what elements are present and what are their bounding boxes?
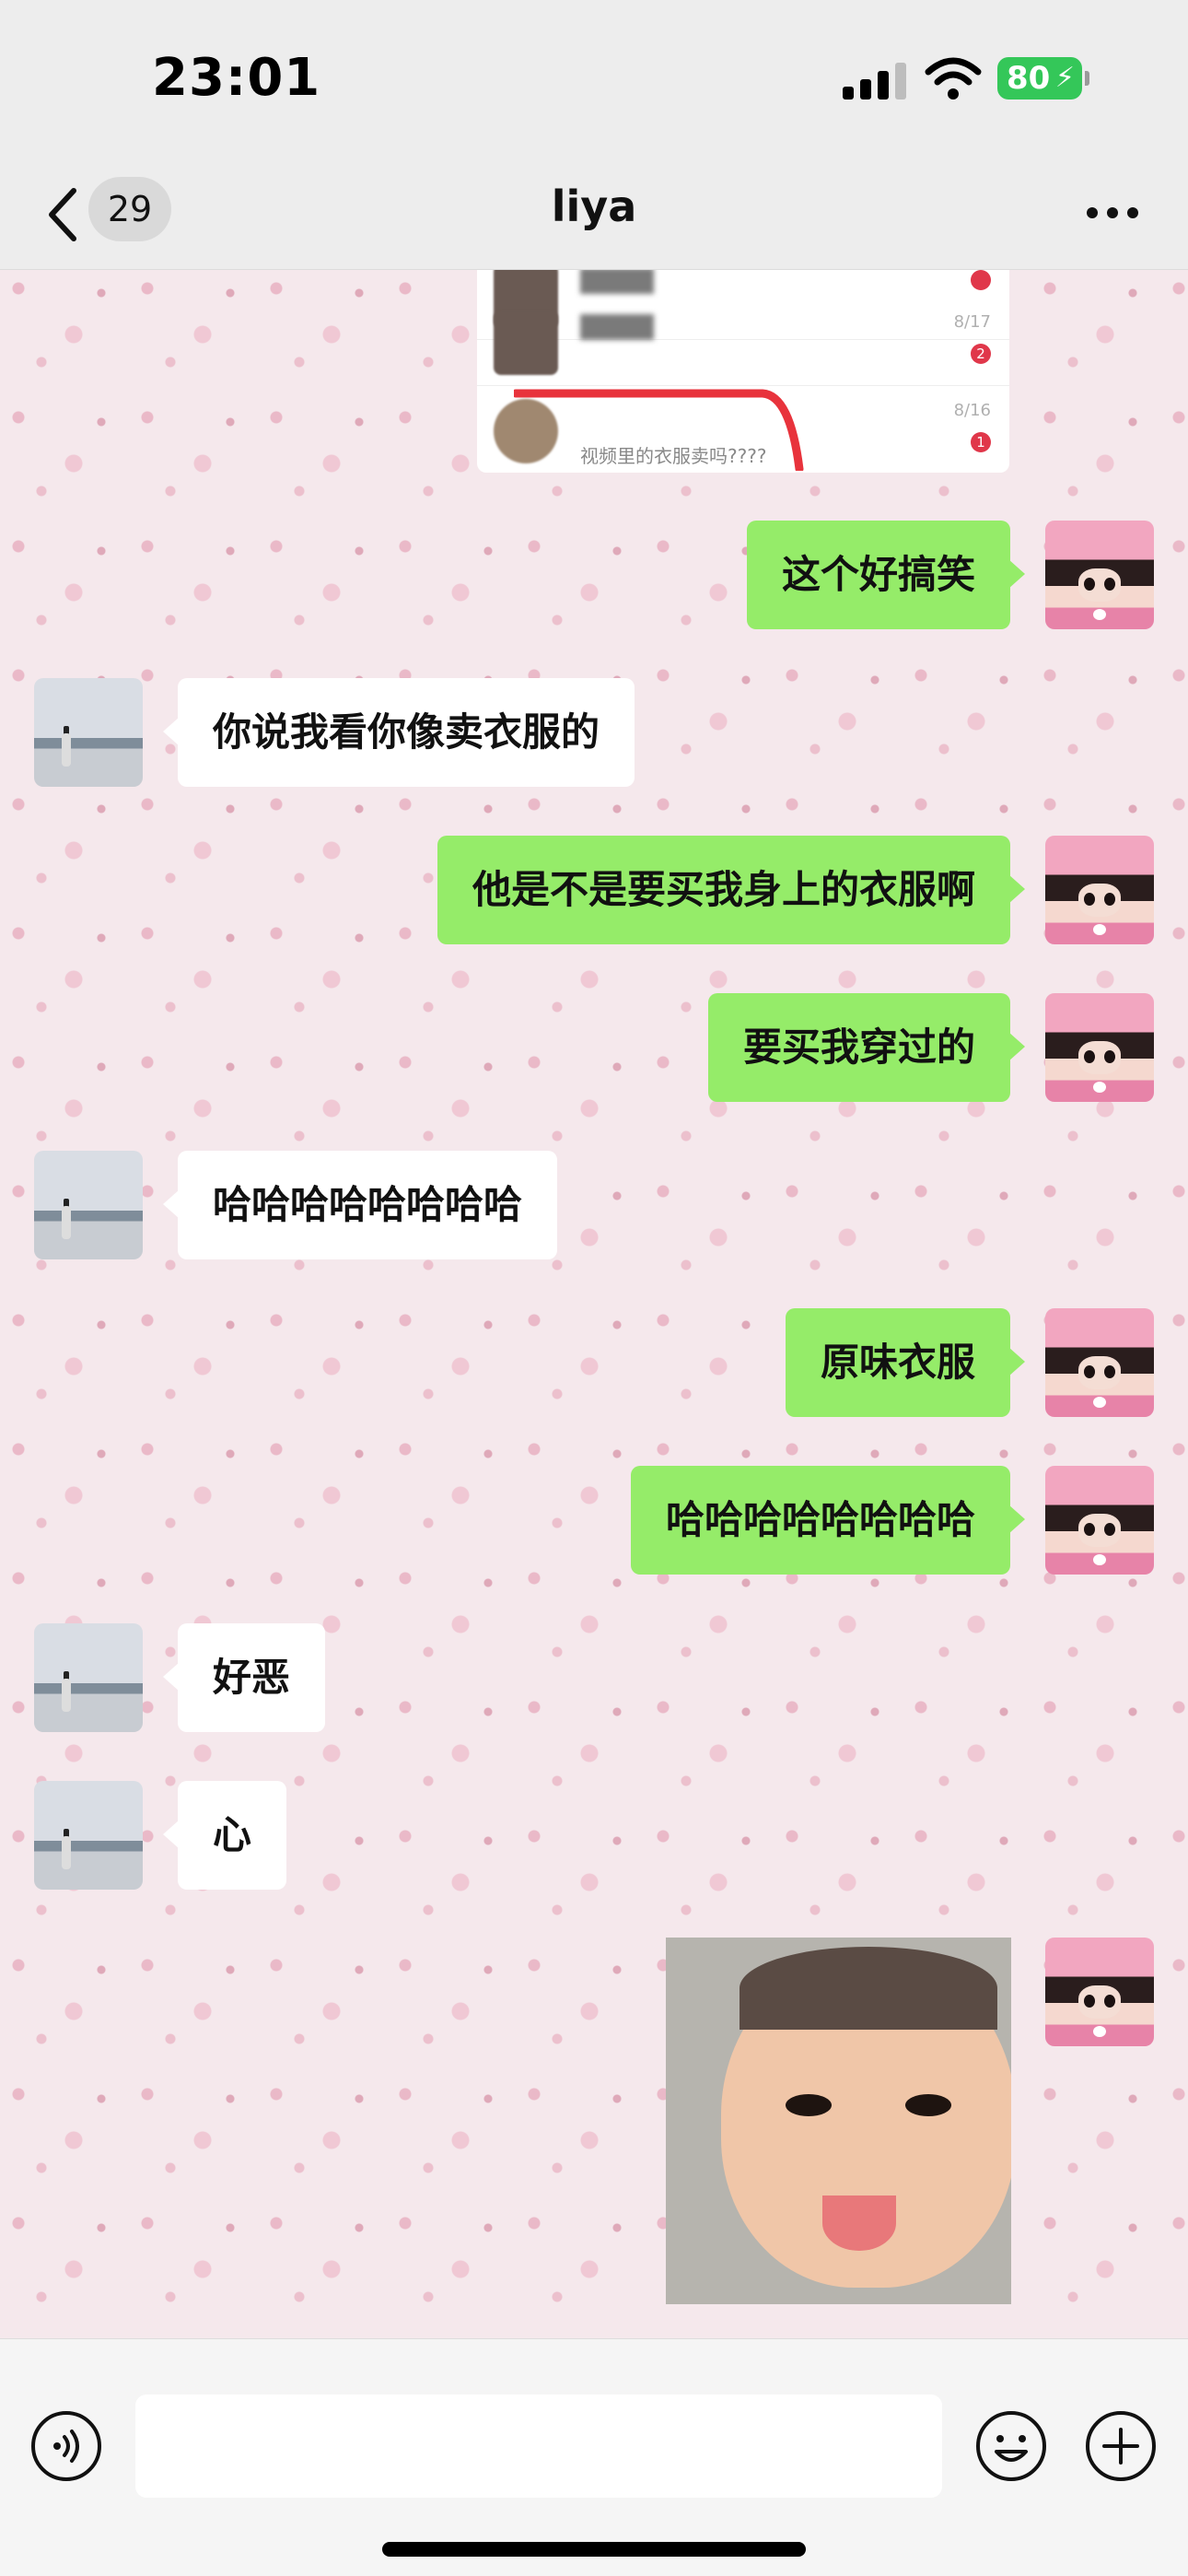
ellipsis-icon[interactable] <box>1087 198 1138 226</box>
message-bubble-mine[interactable]: 哈哈哈哈哈哈哈哈 <box>630 1466 1026 1575</box>
home-indicator[interactable] <box>382 2542 806 2557</box>
card-date: 8/16 <box>953 401 991 420</box>
card-date: 8/17 <box>953 312 991 332</box>
message-bubble-theirs[interactable]: 哈哈哈哈哈哈哈哈 <box>162 1151 558 1259</box>
list-item: 8/17 2 <box>477 298 1009 386</box>
voice-icon[interactable] <box>29 2409 103 2483</box>
message-bubble-mine[interactable]: 原味衣服 <box>785 1308 1026 1417</box>
message-bubble-theirs[interactable]: 你说我看你像卖衣服的 <box>162 678 635 787</box>
blurred-name <box>580 314 654 340</box>
contact-avatar[interactable] <box>34 1151 143 1259</box>
wifi-icon <box>925 57 982 100</box>
chat-area[interactable]: 8/17 2 视频里的衣服卖吗???? 8/16 1 这个好搞笑 你说我看你像卖… <box>0 270 1188 2338</box>
unread-dot <box>971 270 991 290</box>
message-bubble-mine[interactable]: 这个好搞笑 <box>746 521 1026 629</box>
contact-avatar[interactable] <box>34 1623 143 1732</box>
my-avatar[interactable] <box>1045 521 1154 629</box>
battery-level: 80 <box>1007 60 1051 97</box>
my-avatar[interactable] <box>1045 993 1154 1102</box>
shared-screenshot-image[interactable]: 8/17 2 视频里的衣服卖吗???? 8/16 1 <box>477 270 1009 473</box>
my-avatar[interactable] <box>1045 1308 1154 1417</box>
contact-avatar[interactable] <box>34 1781 143 1890</box>
signal-icon <box>843 61 907 100</box>
status-bar: 23:01 80 ⚡ <box>0 0 1188 161</box>
message-bubble-theirs[interactable]: 心 <box>162 1781 287 1890</box>
message-bubble-mine[interactable]: 要买我穿过的 <box>707 993 1026 1102</box>
message-bubble-mine[interactable]: 他是不是要买我身上的衣服啊 <box>437 836 1026 944</box>
charging-bolt-icon: ⚡ <box>1054 62 1075 94</box>
nav-bar: 29 liya <box>0 161 1188 270</box>
my-avatar[interactable] <box>1045 1938 1154 2046</box>
unread-dot: 1 <box>971 432 991 452</box>
my-avatar[interactable] <box>1045 1466 1154 1575</box>
sticker-image[interactable] <box>666 1938 1011 2304</box>
contact-avatar[interactable] <box>34 678 143 787</box>
unread-dot: 2 <box>971 344 991 364</box>
my-avatar[interactable] <box>1045 836 1154 944</box>
avatar <box>494 310 558 375</box>
input-bar <box>0 2338 1188 2576</box>
status-time: 23:01 <box>152 48 321 108</box>
red-annotation-line <box>514 389 804 471</box>
blurred-name <box>580 270 654 294</box>
message-input[interactable] <box>135 2395 942 2498</box>
plus-icon[interactable] <box>1084 2409 1158 2483</box>
emoji-icon[interactable] <box>974 2409 1048 2483</box>
chat-title: liya <box>551 181 637 231</box>
message-bubble-theirs[interactable]: 好恶 <box>162 1623 326 1732</box>
battery-icon: 80 ⚡ <box>997 57 1089 100</box>
